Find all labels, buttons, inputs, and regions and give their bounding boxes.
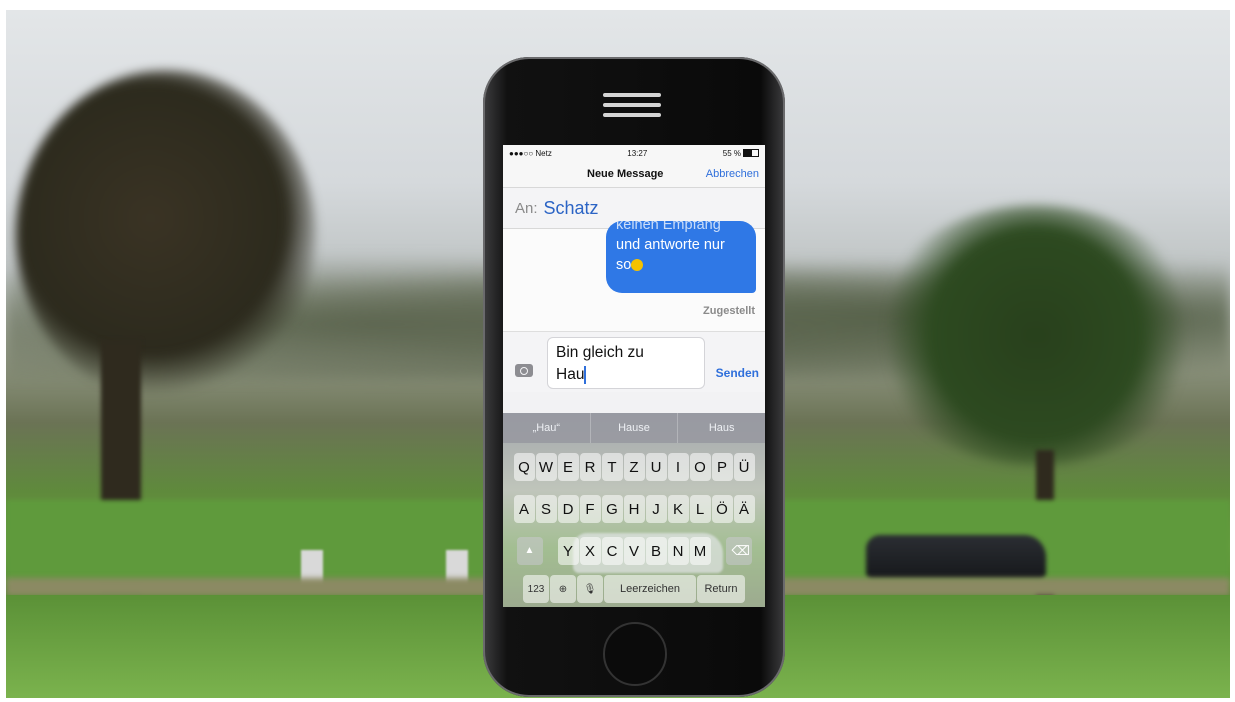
- space-key[interactable]: Leerzeichen: [604, 575, 696, 603]
- emoji-icon: [631, 259, 644, 272]
- home-button[interactable]: [603, 622, 667, 686]
- right-tree-crown: [871, 205, 1201, 465]
- key[interactable]: P: [711, 453, 733, 481]
- clock: 13:27: [627, 148, 648, 158]
- key[interactable]: Ä: [733, 495, 755, 523]
- message-line: so: [616, 257, 632, 273]
- key[interactable]: N: [667, 537, 689, 565]
- key[interactable]: F: [579, 495, 601, 523]
- keyboard: „Hau“ Hause Haus Q W E R T Z U I O P Ü A…: [503, 413, 765, 607]
- return-key[interactable]: Return: [697, 575, 745, 603]
- navigation-bar: Neue Message Abbrechen: [503, 161, 765, 187]
- key-row-3: Y X C V B N M: [503, 537, 765, 565]
- key[interactable]: S: [535, 495, 557, 523]
- key[interactable]: M: [689, 537, 711, 565]
- backspace-icon[interactable]: [725, 537, 752, 565]
- key[interactable]: Z: [623, 453, 645, 481]
- key[interactable]: Ö: [711, 495, 733, 523]
- key[interactable]: Ü: [733, 453, 755, 481]
- recipient-name[interactable]: Schatz: [544, 198, 599, 219]
- key[interactable]: I: [667, 453, 689, 481]
- key[interactable]: L: [689, 495, 711, 523]
- key[interactable]: U: [645, 453, 667, 481]
- message-line: keinen Empfang: [616, 221, 721, 233]
- sent-message-bubble[interactable]: keinen Empfang und antworte nur so: [606, 221, 756, 293]
- message-input[interactable]: Bin gleich zu Hau: [547, 337, 705, 389]
- left-tree-crown: [16, 70, 316, 400]
- numbers-key[interactable]: 123: [523, 575, 549, 603]
- text-cursor: [584, 365, 587, 384]
- key[interactable]: G: [601, 495, 623, 523]
- message-line: und antworte nur: [616, 237, 725, 253]
- key[interactable]: X: [579, 537, 601, 565]
- battery-icon: [742, 149, 759, 158]
- key[interactable]: Y: [557, 537, 579, 565]
- input-line: Bin gleich zu: [556, 344, 644, 361]
- camera-icon[interactable]: [515, 364, 533, 377]
- key[interactable]: A: [513, 495, 535, 523]
- key[interactable]: K: [667, 495, 689, 523]
- carrier-signal: ●●●○○ Netz: [509, 148, 552, 158]
- suggestion-item[interactable]: Hause: [591, 413, 679, 443]
- key-row-2: A S D F G H J K L Ö Ä: [503, 495, 765, 523]
- key[interactable]: H: [623, 495, 645, 523]
- conversation: keinen Empfang und antworte nur so Zuges…: [503, 221, 765, 331]
- suggestion-bar: „Hau“ Hause Haus: [503, 413, 765, 443]
- suggestion-item[interactable]: „Hau“: [503, 413, 591, 443]
- passing-car: [866, 535, 1046, 579]
- shift-icon[interactable]: [516, 537, 543, 565]
- compose-bar: Bin gleich zu Hau Senden: [503, 331, 765, 392]
- input-line: Hau: [556, 366, 585, 383]
- key[interactable]: D: [557, 495, 579, 523]
- suggestion-item[interactable]: Haus: [678, 413, 765, 443]
- key[interactable]: B: [645, 537, 667, 565]
- earpiece-speaker: [603, 93, 661, 119]
- key[interactable]: V: [623, 537, 645, 565]
- battery-indicator: 55 %: [723, 149, 759, 158]
- key[interactable]: J: [645, 495, 667, 523]
- phone-screen: ●●●○○ Netz 13:27 55 % Neue Message Abbre…: [503, 145, 765, 607]
- key-row-4: 123 ⊕ 🎙 Leerzeichen Return: [503, 575, 765, 603]
- microphone-icon[interactable]: 🎙: [577, 575, 603, 603]
- delivery-status: Zugestellt: [703, 305, 755, 317]
- key[interactable]: R: [579, 453, 601, 481]
- key-row-1: Q W E R T Z U I O P Ü: [503, 453, 765, 481]
- page-title: Neue Message: [587, 168, 664, 180]
- recipient-label: An:: [515, 199, 538, 217]
- key[interactable]: W: [535, 453, 557, 481]
- cancel-button[interactable]: Abbrechen: [706, 168, 759, 180]
- send-button[interactable]: Senden: [716, 366, 759, 380]
- status-bar: ●●●○○ Netz 13:27 55 %: [503, 145, 765, 161]
- key[interactable]: T: [601, 453, 623, 481]
- smartphone: ●●●○○ Netz 13:27 55 % Neue Message Abbre…: [483, 57, 785, 697]
- key[interactable]: O: [689, 453, 711, 481]
- key[interactable]: E: [557, 453, 579, 481]
- battery-percentage: 55 %: [722, 148, 741, 158]
- key[interactable]: Q: [513, 453, 535, 481]
- globe-icon[interactable]: ⊕: [550, 575, 576, 603]
- key[interactable]: C: [601, 537, 623, 565]
